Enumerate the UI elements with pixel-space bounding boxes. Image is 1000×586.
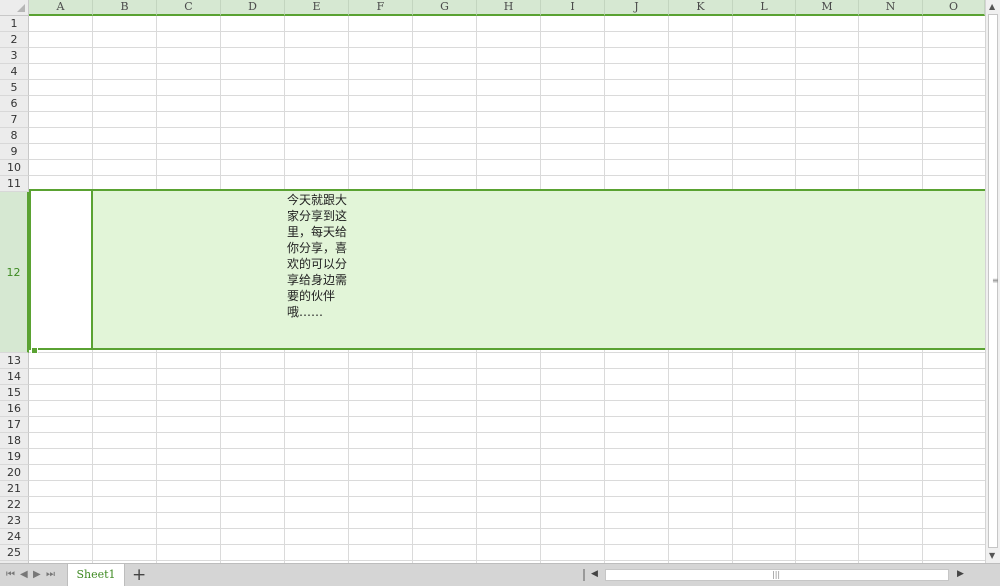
next-sheet-icon[interactable]: ▶ [33,569,41,580]
gridline-horizontal [29,448,985,449]
row-header-25[interactable]: 25 [0,545,29,561]
row-header-22[interactable]: 22 [0,497,29,513]
col-header-e[interactable]: E [285,0,349,16]
vertical-scroll-thumb[interactable]: ≡ [988,14,999,548]
gridline-horizontal [29,384,985,385]
row-header-15[interactable]: 15 [0,385,29,401]
scroll-up-icon[interactable]: ▲ [989,2,995,11]
gridline-horizontal [29,496,985,497]
plus-icon[interactable]: + [132,565,146,585]
col-header-c[interactable]: C [157,0,221,16]
row-header-24[interactable]: 24 [0,529,29,545]
row-header-2[interactable]: 2 [0,32,29,48]
last-sheet-icon[interactable]: ⏭ [46,569,55,580]
grip-lines-icon: ≡ [992,276,999,285]
row-header-19[interactable]: 19 [0,449,29,465]
col-header-g[interactable]: G [413,0,477,16]
col-header-l[interactable]: L [733,0,796,16]
col-header-a[interactable]: A [29,0,93,16]
col-header-b[interactable]: B [93,0,157,16]
row-header-17[interactable]: 17 [0,417,29,433]
row-header-16[interactable]: 16 [0,401,29,417]
selected-row-band [30,189,985,350]
select-all-corner[interactable] [0,0,29,16]
gridline-horizontal [29,528,985,529]
col-header-j[interactable]: J [605,0,669,16]
gridline-horizontal [29,159,985,160]
gridline-horizontal [29,400,985,401]
first-sheet-icon[interactable]: ⏮ [6,569,15,580]
gridline-horizontal [29,127,985,128]
col-header-d[interactable]: D [221,0,285,16]
row-header-11[interactable]: 11 [0,176,29,192]
gridline-horizontal [29,560,985,561]
row-header-13[interactable]: 13 [0,353,29,369]
prev-sheet-icon[interactable]: ◀ [20,569,28,580]
tab-sheet1[interactable]: Sheet1 [67,564,125,586]
row-header-23[interactable]: 23 [0,513,29,529]
row-header-3[interactable]: 3 [0,48,29,64]
triangle-right-icon[interactable]: ▶ [957,569,964,579]
fill-handle[interactable] [31,347,38,354]
col-header-h[interactable]: H [477,0,541,16]
row-header-20[interactable]: 20 [0,465,29,481]
gridline-horizontal [29,175,985,176]
row-header-4[interactable]: 4 [0,64,29,80]
gridline-horizontal [29,111,985,112]
grip-vertical-icon: ||| [772,570,781,579]
row-header-6[interactable]: 6 [0,96,29,112]
col-header-i[interactable]: I [541,0,605,16]
gridline-horizontal [29,464,985,465]
gridline-horizontal [29,47,985,48]
horizontal-scrollbar[interactable]: ◀ ||| ▶ [583,564,985,586]
gridline-horizontal [29,368,985,369]
gridline-horizontal [29,95,985,96]
gridline-horizontal [29,432,985,433]
row-header-14[interactable]: 14 [0,369,29,385]
row-header-12[interactable]: 12 [0,192,29,353]
scroll-down-icon[interactable]: ▼ [989,551,995,560]
cell-e12[interactable]: 今天就跟大家分享到这里，每天给你分享，喜欢的可以分享给身边需要的伙伴哦…… [287,192,347,320]
triangle-left-icon[interactable]: ◀ [591,569,598,579]
scroll-corner [985,564,1000,586]
row-header-1[interactable]: 1 [0,16,29,32]
col-header-m[interactable]: M [796,0,859,16]
sheet-tab-bar: ⏮ ◀ ▶ ⏭ Sheet1 + ◀ ||| ▶ [0,563,1000,586]
gridline-horizontal [29,352,985,353]
select-all-icon [17,4,25,12]
row-header-5[interactable]: 5 [0,80,29,96]
col-header-o[interactable]: O [923,0,985,16]
gridline-horizontal [29,512,985,513]
horizontal-scroll-thumb[interactable]: ||| [605,569,949,581]
scroll-split-icon[interactable] [583,569,585,581]
row-header-10[interactable]: 10 [0,160,29,176]
row-header-7[interactable]: 7 [0,112,29,128]
gridline-horizontal [29,143,985,144]
active-cell[interactable] [29,189,93,350]
row-header-8[interactable]: 8 [0,128,29,144]
col-header-f[interactable]: F [349,0,413,16]
gridline-horizontal [29,79,985,80]
gridline-horizontal [29,416,985,417]
gridline-horizontal [29,31,985,32]
row-header-18[interactable]: 18 [0,433,29,449]
row-header-9[interactable]: 9 [0,144,29,160]
gridline-horizontal [29,480,985,481]
gridline-horizontal [29,63,985,64]
col-header-k[interactable]: K [669,0,733,16]
spreadsheet-grid[interactable]: 今天就跟大家分享到这里，每天给你分享，喜欢的可以分享给身边需要的伙伴哦…… AB… [0,0,985,563]
gridline-horizontal [29,544,985,545]
vertical-scrollbar[interactable]: ▲ ≡ ▼ [985,0,1000,563]
row-header-21[interactable]: 21 [0,481,29,497]
col-header-n[interactable]: N [859,0,923,16]
